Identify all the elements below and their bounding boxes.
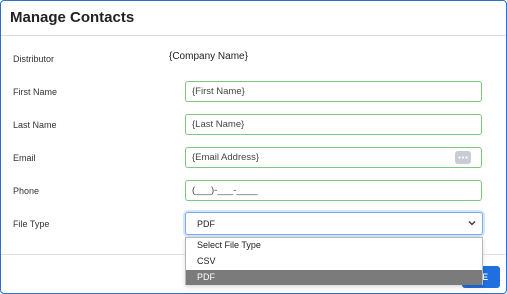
manage-contacts-dialog: Manage Contacts Distributor {Company Nam… xyxy=(0,0,507,294)
dropdown-option[interactable]: Select File Type xyxy=(186,238,482,253)
first-name-label: First Name xyxy=(13,87,58,97)
dropdown-option-highlighted[interactable]: PDF xyxy=(186,270,482,285)
file-type-label: File Type xyxy=(13,219,50,229)
last-name-label: Last Name xyxy=(13,120,57,130)
dialog-header: Manage Contacts xyxy=(1,1,506,36)
email-label: Email xyxy=(13,153,36,163)
chevron-down-icon xyxy=(468,221,476,226)
last-name-field[interactable] xyxy=(185,114,482,135)
first-name-input[interactable] xyxy=(192,82,437,101)
dialog-title: Manage Contacts xyxy=(10,9,135,26)
dots-glyph xyxy=(458,156,468,159)
file-type-selected-value: PDF xyxy=(197,219,215,229)
more-dots-icon[interactable] xyxy=(455,151,471,164)
email-field[interactable] xyxy=(185,147,482,168)
first-name-field[interactable] xyxy=(185,81,482,102)
email-input[interactable] xyxy=(192,148,437,167)
phone-input[interactable] xyxy=(192,181,437,200)
phone-label: Phone xyxy=(13,186,40,196)
distributor-value: {Company Name} xyxy=(169,51,248,62)
distributor-label: Distributor xyxy=(13,54,55,64)
last-name-input[interactable] xyxy=(192,115,437,134)
file-type-select[interactable]: PDF xyxy=(185,212,483,235)
phone-field[interactable] xyxy=(185,180,482,201)
dropdown-option[interactable]: CSV xyxy=(186,254,482,269)
file-type-dropdown-list: Select File Type CSV PDF xyxy=(185,237,483,285)
